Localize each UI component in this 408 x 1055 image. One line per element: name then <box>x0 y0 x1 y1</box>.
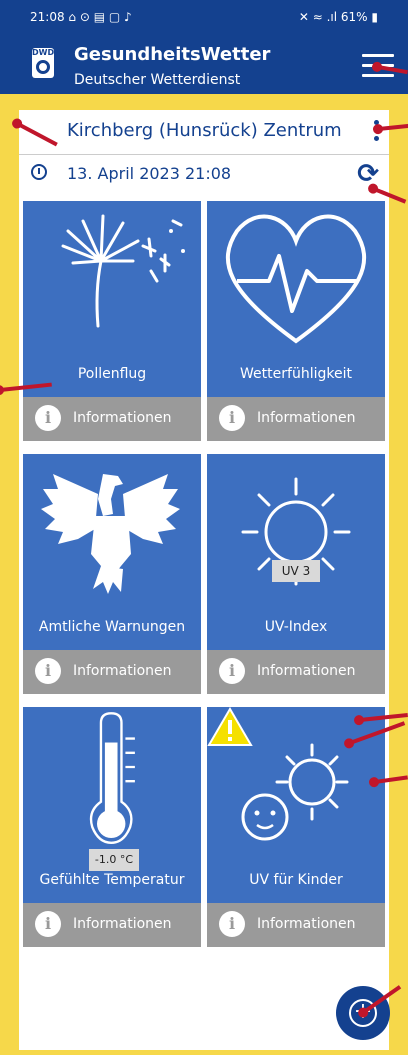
tile-label: UV-Index <box>264 619 328 635</box>
tile-label: Amtliche Warnungen <box>38 619 186 635</box>
info-label: Informationen <box>73 410 172 426</box>
tile-pollenflug[interactable]: Pollenflug i Informationen <box>23 201 201 441</box>
tile-label: Gefühlte Temperatur <box>39 872 185 888</box>
info-bar[interactable]: i Informationen <box>207 903 385 947</box>
dandelion-icon <box>61 214 185 328</box>
tile-label: Wetterfühligkeit <box>240 366 352 382</box>
info-label: Informationen <box>73 916 172 932</box>
tile-gefuehlte-temperatur[interactable]: -1.0 °C Gefühlte Temperatur i Informatio… <box>23 707 201 947</box>
heart-pulse-icon <box>225 214 367 344</box>
location-row[interactable]: Kirchberg (Hunsrück) Zentrum <box>19 110 389 155</box>
status-indicators: ✕ ≈ .ıl 61% ▮ <box>298 10 378 24</box>
dwd-swirl-icon <box>36 60 50 74</box>
tile-amtliche-warnungen[interactable]: Amtliche Warnungen i Informationen <box>23 454 201 694</box>
dwd-logo-text: DWD <box>32 48 55 57</box>
info-bar[interactable]: i Informationen <box>23 650 201 694</box>
thermometer-icon <box>89 712 135 844</box>
app-bar: DWD GesundheitsWetter Deutscher Wetterdi… <box>0 38 408 94</box>
datetime-text: 13. April 2023 21:08 <box>67 164 232 183</box>
location-name[interactable]: Kirchberg (Hunsrück) Zentrum <box>67 120 342 141</box>
info-icon: i <box>35 658 61 684</box>
status-time: 21:08 ⌂ ⊙ ▤ ▢ ♪ <box>30 10 132 24</box>
clock-icon <box>31 164 47 180</box>
info-label: Informationen <box>257 410 356 426</box>
warning-icon <box>207 707 253 746</box>
eagle-icon <box>41 474 180 594</box>
info-label: Informationen <box>73 663 172 679</box>
info-bar[interactable]: i Informationen <box>207 397 385 441</box>
info-icon: i <box>219 405 245 431</box>
info-label: Informationen <box>257 663 356 679</box>
info-icon: i <box>35 911 61 937</box>
info-bar[interactable]: i Informationen <box>207 650 385 694</box>
info-icon: i <box>35 405 61 431</box>
app-subtitle: Deutscher Wetterdienst <box>74 72 241 88</box>
tile-uv-index[interactable]: UV 3 UV-Index i Informationen <box>207 454 385 694</box>
dwd-logo: DWD <box>32 48 54 78</box>
uv-value-badge: UV 3 <box>272 560 320 582</box>
tile-wetterfuehligkeit[interactable]: Wetterfühligkeit i Informationen <box>207 201 385 441</box>
info-icon: i <box>219 658 245 684</box>
info-bar[interactable]: i Informationen <box>23 903 201 947</box>
tile-label: Pollenflug <box>77 366 147 382</box>
datetime-row: 13. April 2023 21:08 ⟳ <box>19 155 389 195</box>
temperature-value-badge: -1.0 °C <box>89 849 139 871</box>
tile-uv-fuer-kinder[interactable]: UV für Kinder i Informationen <box>207 707 385 947</box>
info-label: Informationen <box>257 916 356 932</box>
info-bar[interactable]: i Informationen <box>23 397 201 441</box>
app-title: GesundheitsWetter <box>74 44 271 65</box>
content-panel: Kirchberg (Hunsrück) Zentrum 13. April 2… <box>19 110 389 1050</box>
tile-label: UV für Kinder <box>249 872 343 888</box>
status-bar: 21:08 ⌂ ⊙ ▤ ▢ ♪ ✕ ≈ .ıl 61% ▮ <box>0 0 408 38</box>
info-icon: i <box>219 911 245 937</box>
